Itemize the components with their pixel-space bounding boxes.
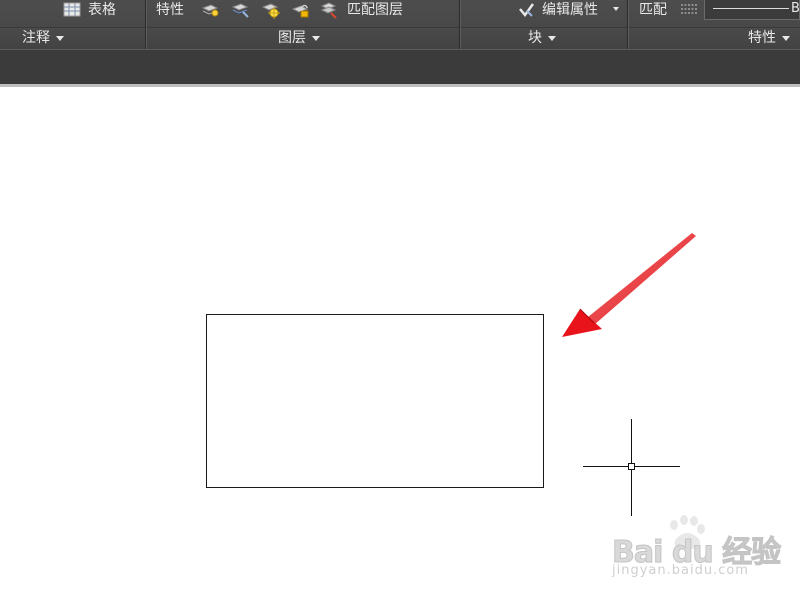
- chevron-down-icon: [782, 35, 790, 41]
- file-tab-strip: [0, 50, 800, 84]
- red-arrow-annotation: [562, 233, 696, 337]
- linetype-icon[interactable]: [680, 1, 700, 19]
- layers-panel-label: 图层: [278, 30, 306, 46]
- panel-title-bar: [0, 27, 800, 50]
- chevron-down-icon[interactable]: [613, 7, 619, 11]
- lineweight-preview: [713, 8, 789, 9]
- watermark-url: jingyan.baidu.com: [612, 563, 749, 578]
- layers-panel-title[interactable]: 图层: [278, 28, 320, 48]
- lineweight-value: B: [791, 1, 800, 16]
- block-panel-title[interactable]: 块: [528, 28, 556, 48]
- edit-attributes-button[interactable]: 编辑属性: [542, 0, 598, 20]
- properties-panel-label: 特性: [748, 30, 776, 46]
- match-properties-button[interactable]: 匹配: [639, 0, 667, 20]
- edit-attributes-icon[interactable]: [517, 1, 537, 19]
- layer-freeze-icon[interactable]: [261, 1, 281, 19]
- chevron-down-icon: [56, 35, 64, 41]
- block-panel-label: 块: [528, 30, 542, 46]
- layer-properties-button[interactable]: 特性: [156, 0, 184, 20]
- layer-on-icon[interactable]: [201, 1, 221, 19]
- chevron-down-icon: [548, 35, 556, 41]
- annotation-panel-title[interactable]: 注释: [22, 28, 64, 48]
- layer-match-icon[interactable]: [320, 1, 340, 19]
- rectangle-entity[interactable]: [206, 314, 544, 488]
- panel-divider: [459, 27, 460, 50]
- layer-lock-icon[interactable]: [291, 1, 311, 19]
- panel-divider: [145, 27, 146, 50]
- properties-panel-title[interactable]: 特性: [748, 28, 790, 48]
- crosshair-pickbox: [628, 463, 635, 470]
- table-button[interactable]: 表格: [88, 0, 116, 20]
- lineweight-select[interactable]: B: [704, 0, 800, 20]
- table-icon[interactable]: [63, 1, 83, 19]
- layer-isolate-icon[interactable]: [231, 1, 251, 19]
- chevron-down-icon: [312, 35, 320, 41]
- ribbon: 表格 特性 匹配图层 编辑属性 匹配 B 注释 图层 块 特性: [0, 0, 800, 50]
- match-layer-button[interactable]: 匹配图层: [347, 0, 403, 20]
- panel-divider: [627, 27, 628, 50]
- annotation-panel-label: 注释: [22, 30, 50, 46]
